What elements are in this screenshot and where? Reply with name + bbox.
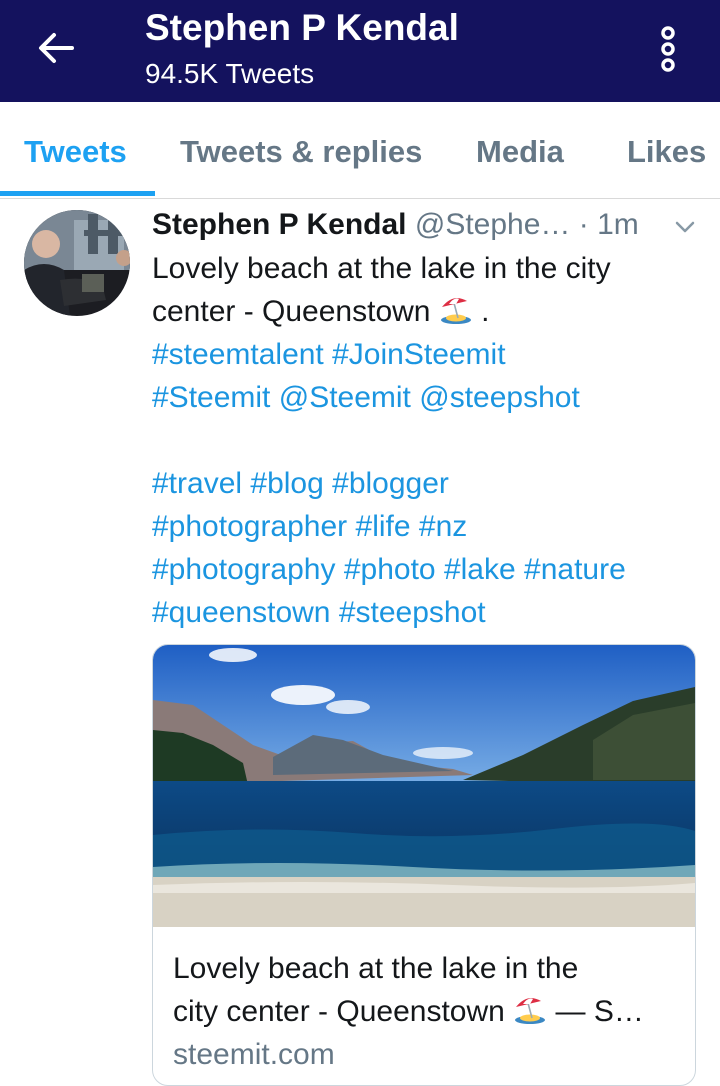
tab-tweets[interactable]: Tweets	[24, 132, 127, 172]
card-title-line: Lovely beach at the lake in the	[173, 952, 579, 985]
tab-tweets-and-replies[interactable]: Tweets & replies	[180, 132, 422, 172]
tweet-text-segment: .	[481, 295, 490, 328]
mention-link[interactable]: @Steemit	[279, 381, 411, 414]
tweet-header: Stephen P Kendal @Stephe… · 1m	[152, 205, 639, 245]
arrow-left-icon	[39, 33, 74, 63]
hashtag-link[interactable]: #photo	[344, 553, 436, 586]
profile-tabs: Tweets Tweets & replies Media Likes	[0, 102, 720, 199]
hashtag-link[interactable]: #queenstown	[152, 596, 330, 629]
tweet-text: Lovely beach at the lake in the city cen…	[152, 247, 712, 634]
time-separator: ·	[578, 208, 589, 241]
beach-umbrella-icon	[440, 298, 471, 324]
avatar-photo	[24, 210, 130, 316]
hashtag-link[interactable]: #nz	[419, 510, 467, 543]
profile-name-title: Stephen P Kendal	[145, 7, 459, 48]
tweet-text-line: Lovely beach at the lake in the city	[152, 252, 611, 285]
tweet-text-segment: center - Queenstown	[152, 295, 431, 328]
hashtag-link[interactable]: #photographer	[152, 510, 347, 543]
hashtag-link[interactable]: #blog	[250, 467, 323, 500]
avatar[interactable]	[24, 210, 130, 316]
hashtag-link[interactable]: #lake	[444, 553, 516, 586]
top-app-bar: Stephen P Kendal 94.5K Tweets	[0, 0, 720, 102]
card-domain: steemit.com	[173, 1038, 335, 1071]
hashtag-link[interactable]: #life	[356, 510, 411, 543]
overflow-menu-button[interactable]	[648, 22, 688, 76]
author-name[interactable]: Stephen P Kendal	[152, 208, 407, 241]
card-title-segment: city center - Queenstown	[173, 995, 505, 1028]
hashtag-link[interactable]: #steepshot	[339, 596, 486, 629]
hashtag-link[interactable]: #travel	[152, 467, 242, 500]
link-preview-card[interactable]: Lovely beach at the lake in the city cen…	[152, 644, 696, 1086]
author-handle[interactable]: @Stephe…	[415, 208, 571, 241]
hashtag-link[interactable]: #Steemit	[152, 381, 270, 414]
mention-link[interactable]: @steepshot	[419, 381, 580, 414]
hashtag-link[interactable]: #blogger	[332, 467, 449, 500]
card-image	[153, 645, 695, 927]
back-button[interactable]	[30, 26, 82, 70]
active-tab-indicator	[0, 191, 155, 196]
hashtag-link[interactable]: #photography	[152, 553, 336, 586]
card-title-segment: — S…	[555, 995, 644, 1028]
hashtag-link[interactable]: #nature	[524, 553, 626, 586]
more-vertical-icon	[661, 26, 675, 72]
beach-umbrella-icon	[515, 998, 546, 1024]
tweet-timestamp[interactable]: 1m	[597, 208, 639, 241]
hashtag-link[interactable]: #steemtalent	[152, 338, 324, 371]
tab-media[interactable]: Media	[476, 132, 564, 172]
tab-likes[interactable]: Likes	[627, 132, 706, 172]
card-title: Lovely beach at the lake in the city cen…	[173, 947, 678, 1033]
hashtag-link[interactable]: #JoinSteemit	[332, 338, 505, 371]
chevron-down-icon[interactable]	[672, 214, 698, 240]
tweet-count: 94.5K Tweets	[145, 58, 315, 89]
